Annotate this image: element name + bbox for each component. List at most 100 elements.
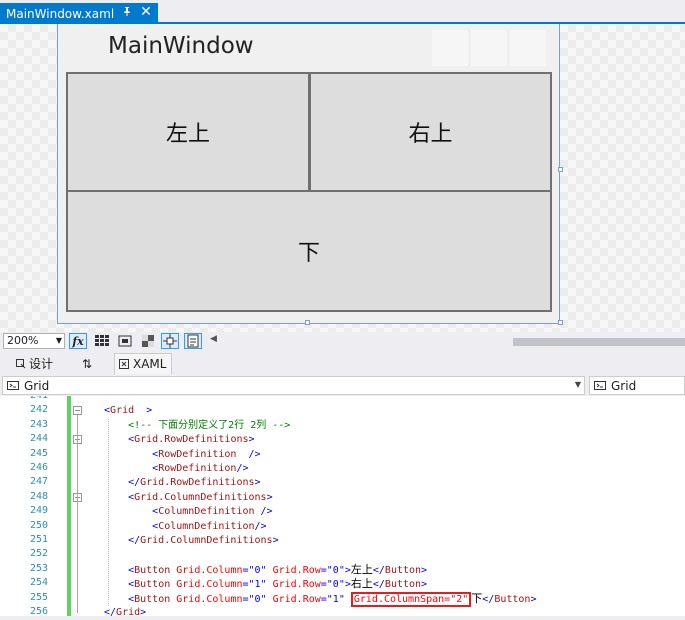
code-token: Grid.RowDefinitions	[134, 434, 249, 446]
zoom-select[interactable]: 200% ▼	[3, 333, 65, 349]
snap-to-snaplines-icon[interactable]	[161, 333, 179, 349]
resize-handle-bottom[interactable]	[305, 320, 310, 325]
indent-guide	[108, 418, 109, 606]
member-combo-value: Grid	[611, 378, 637, 393]
code-line[interactable]: <Grid >	[104, 404, 152, 418]
code-token: >	[421, 579, 428, 591]
code-token: ="0"	[242, 564, 267, 576]
line-number: 242	[29, 404, 48, 416]
code-line[interactable]: </Grid.ColumnDefinitions>	[104, 534, 279, 548]
pin-icon[interactable]	[120, 6, 134, 19]
window-close-icon	[510, 30, 546, 66]
resize-handle-corner[interactable]	[558, 320, 563, 325]
maximize-icon	[471, 30, 507, 66]
code-token: Grid.ColumnDefinitions	[134, 491, 267, 503]
code-token: </	[482, 593, 495, 605]
code-token: <	[104, 448, 159, 460]
element-scope-value: Grid	[24, 378, 50, 393]
document-tab-strip: MainWindow.xaml ✕	[0, 0, 685, 24]
element-icon	[594, 381, 606, 390]
code-token: 下	[471, 591, 483, 605]
editor-bottom-border	[0, 616, 685, 620]
xaml-code-editor[interactable]: 241 242 243 244 245 246 247 248 249 250 251 252 253 2…	[0, 396, 685, 620]
code-line[interactable]: <RowDefinition />	[104, 448, 260, 462]
code-token: ="0">	[320, 579, 351, 591]
line-number: 247	[29, 476, 48, 488]
fold-guide	[77, 444, 78, 484]
designer-window-frame[interactable]: MainWindow 左上 右上 下	[57, 24, 560, 324]
xaml-view-icon	[119, 359, 129, 369]
code-token: >	[254, 477, 261, 489]
code-line[interactable]: <Grid.ColumnDefinitions>	[104, 491, 273, 505]
code-token: />	[254, 506, 273, 518]
snap-to-grid-icon[interactable]	[116, 333, 134, 349]
code-token: Button	[494, 593, 531, 605]
line-number: 245	[29, 447, 48, 459]
horizontal-scrollbar[interactable]	[513, 338, 685, 346]
design-view-icon	[16, 358, 26, 368]
swap-panes-button[interactable]: ⇅	[78, 353, 96, 374]
code-token: Button	[384, 564, 422, 576]
minimize-icon	[432, 30, 468, 66]
change-tracking-bar	[67, 396, 71, 620]
code-token: />	[236, 463, 249, 474]
code-line[interactable]: <Grid.RowDefinitions>	[104, 433, 255, 447]
code-token: Button	[134, 593, 171, 605]
code-token: 右上	[350, 577, 373, 591]
tab-xaml[interactable]: XAML	[114, 353, 172, 374]
chevron-down-icon: ▼	[574, 380, 581, 389]
layout-grid[interactable]: 左上 右上 下	[66, 72, 552, 312]
view-tabs: 设计 ⇅ XAML	[0, 350, 685, 374]
code-token: >	[248, 434, 255, 446]
collapse-icon[interactable]: −	[73, 406, 82, 416]
code-token: Grid.Column	[170, 579, 243, 591]
document-tab-title: MainWindow.xaml	[6, 6, 115, 21]
code-token: ="0"	[242, 593, 267, 605]
member-combo[interactable]: Grid	[589, 376, 685, 395]
code-token: Grid.Column	[170, 564, 243, 576]
fx-effects-icon[interactable]: fx	[69, 333, 87, 349]
code-line[interactable]: <RowDefinition/>	[104, 462, 249, 476]
code-line[interactable]: <Button Grid.Column="0" Grid.Row="1" Gri…	[104, 591, 537, 607]
document-tab-mainwindow[interactable]: MainWindow.xaml ✕	[0, 3, 158, 24]
project-code-icon[interactable]	[184, 333, 202, 349]
code-token: >	[530, 593, 537, 605]
line-number: 255	[29, 591, 48, 603]
code-line[interactable]: <ColumnDefinition/>	[104, 520, 266, 534]
element-scope-combo[interactable]: Grid ▼	[2, 376, 585, 395]
tab-design[interactable]: 设计	[12, 353, 57, 374]
xaml-designer-surface[interactable]: MainWindow 左上 右上 下	[0, 24, 685, 332]
close-tab-icon[interactable]: ✕	[138, 4, 154, 20]
code-token: Grid.Row	[266, 564, 321, 576]
line-number: 244	[29, 433, 48, 445]
code-line[interactable]: <Button Grid.Column="0" Grid.Row="0">左上<…	[104, 563, 427, 577]
line-number: 248	[29, 490, 48, 502]
code-token: Button	[134, 564, 171, 576]
code-token: ="1"	[320, 593, 351, 605]
element-icon	[7, 381, 19, 390]
code-token: Button	[384, 579, 422, 591]
artboard-background-icon[interactable]	[139, 333, 157, 349]
code-token: Grid.Column	[170, 593, 243, 605]
code-line[interactable]: <ColumnDefinition />	[104, 505, 273, 519]
code-line[interactable]: </Grid.RowDefinitions>	[104, 476, 261, 490]
code-token: ColumnDefinition	[158, 506, 255, 518]
code-token: Grid.Row	[266, 579, 321, 591]
code-token: >	[272, 535, 279, 546]
line-number: 250	[29, 519, 48, 531]
line-number: 251	[29, 534, 48, 545]
button-top-right[interactable]: 右上	[309, 72, 552, 192]
button-top-left[interactable]: 左上	[66, 72, 310, 192]
code-line[interactable]: <Button Grid.Column="1" Grid.Row="0">右上<…	[104, 577, 427, 591]
line-number: 243	[29, 418, 48, 430]
code-token: ="0">	[320, 564, 351, 576]
button-bottom-span[interactable]: 下	[66, 190, 552, 312]
fold-guide	[77, 501, 78, 541]
grid-lines-icon[interactable]	[93, 333, 111, 349]
tab-xaml-label: XAML	[133, 357, 167, 371]
line-number: 252	[29, 548, 48, 560]
code-line[interactable]: <!-- 下面分别定义了2行 2列 -->	[104, 419, 290, 433]
code-token: Grid	[110, 405, 135, 417]
scroll-left-icon[interactable]: ◀	[210, 334, 217, 344]
resize-handle-right[interactable]	[558, 167, 563, 172]
